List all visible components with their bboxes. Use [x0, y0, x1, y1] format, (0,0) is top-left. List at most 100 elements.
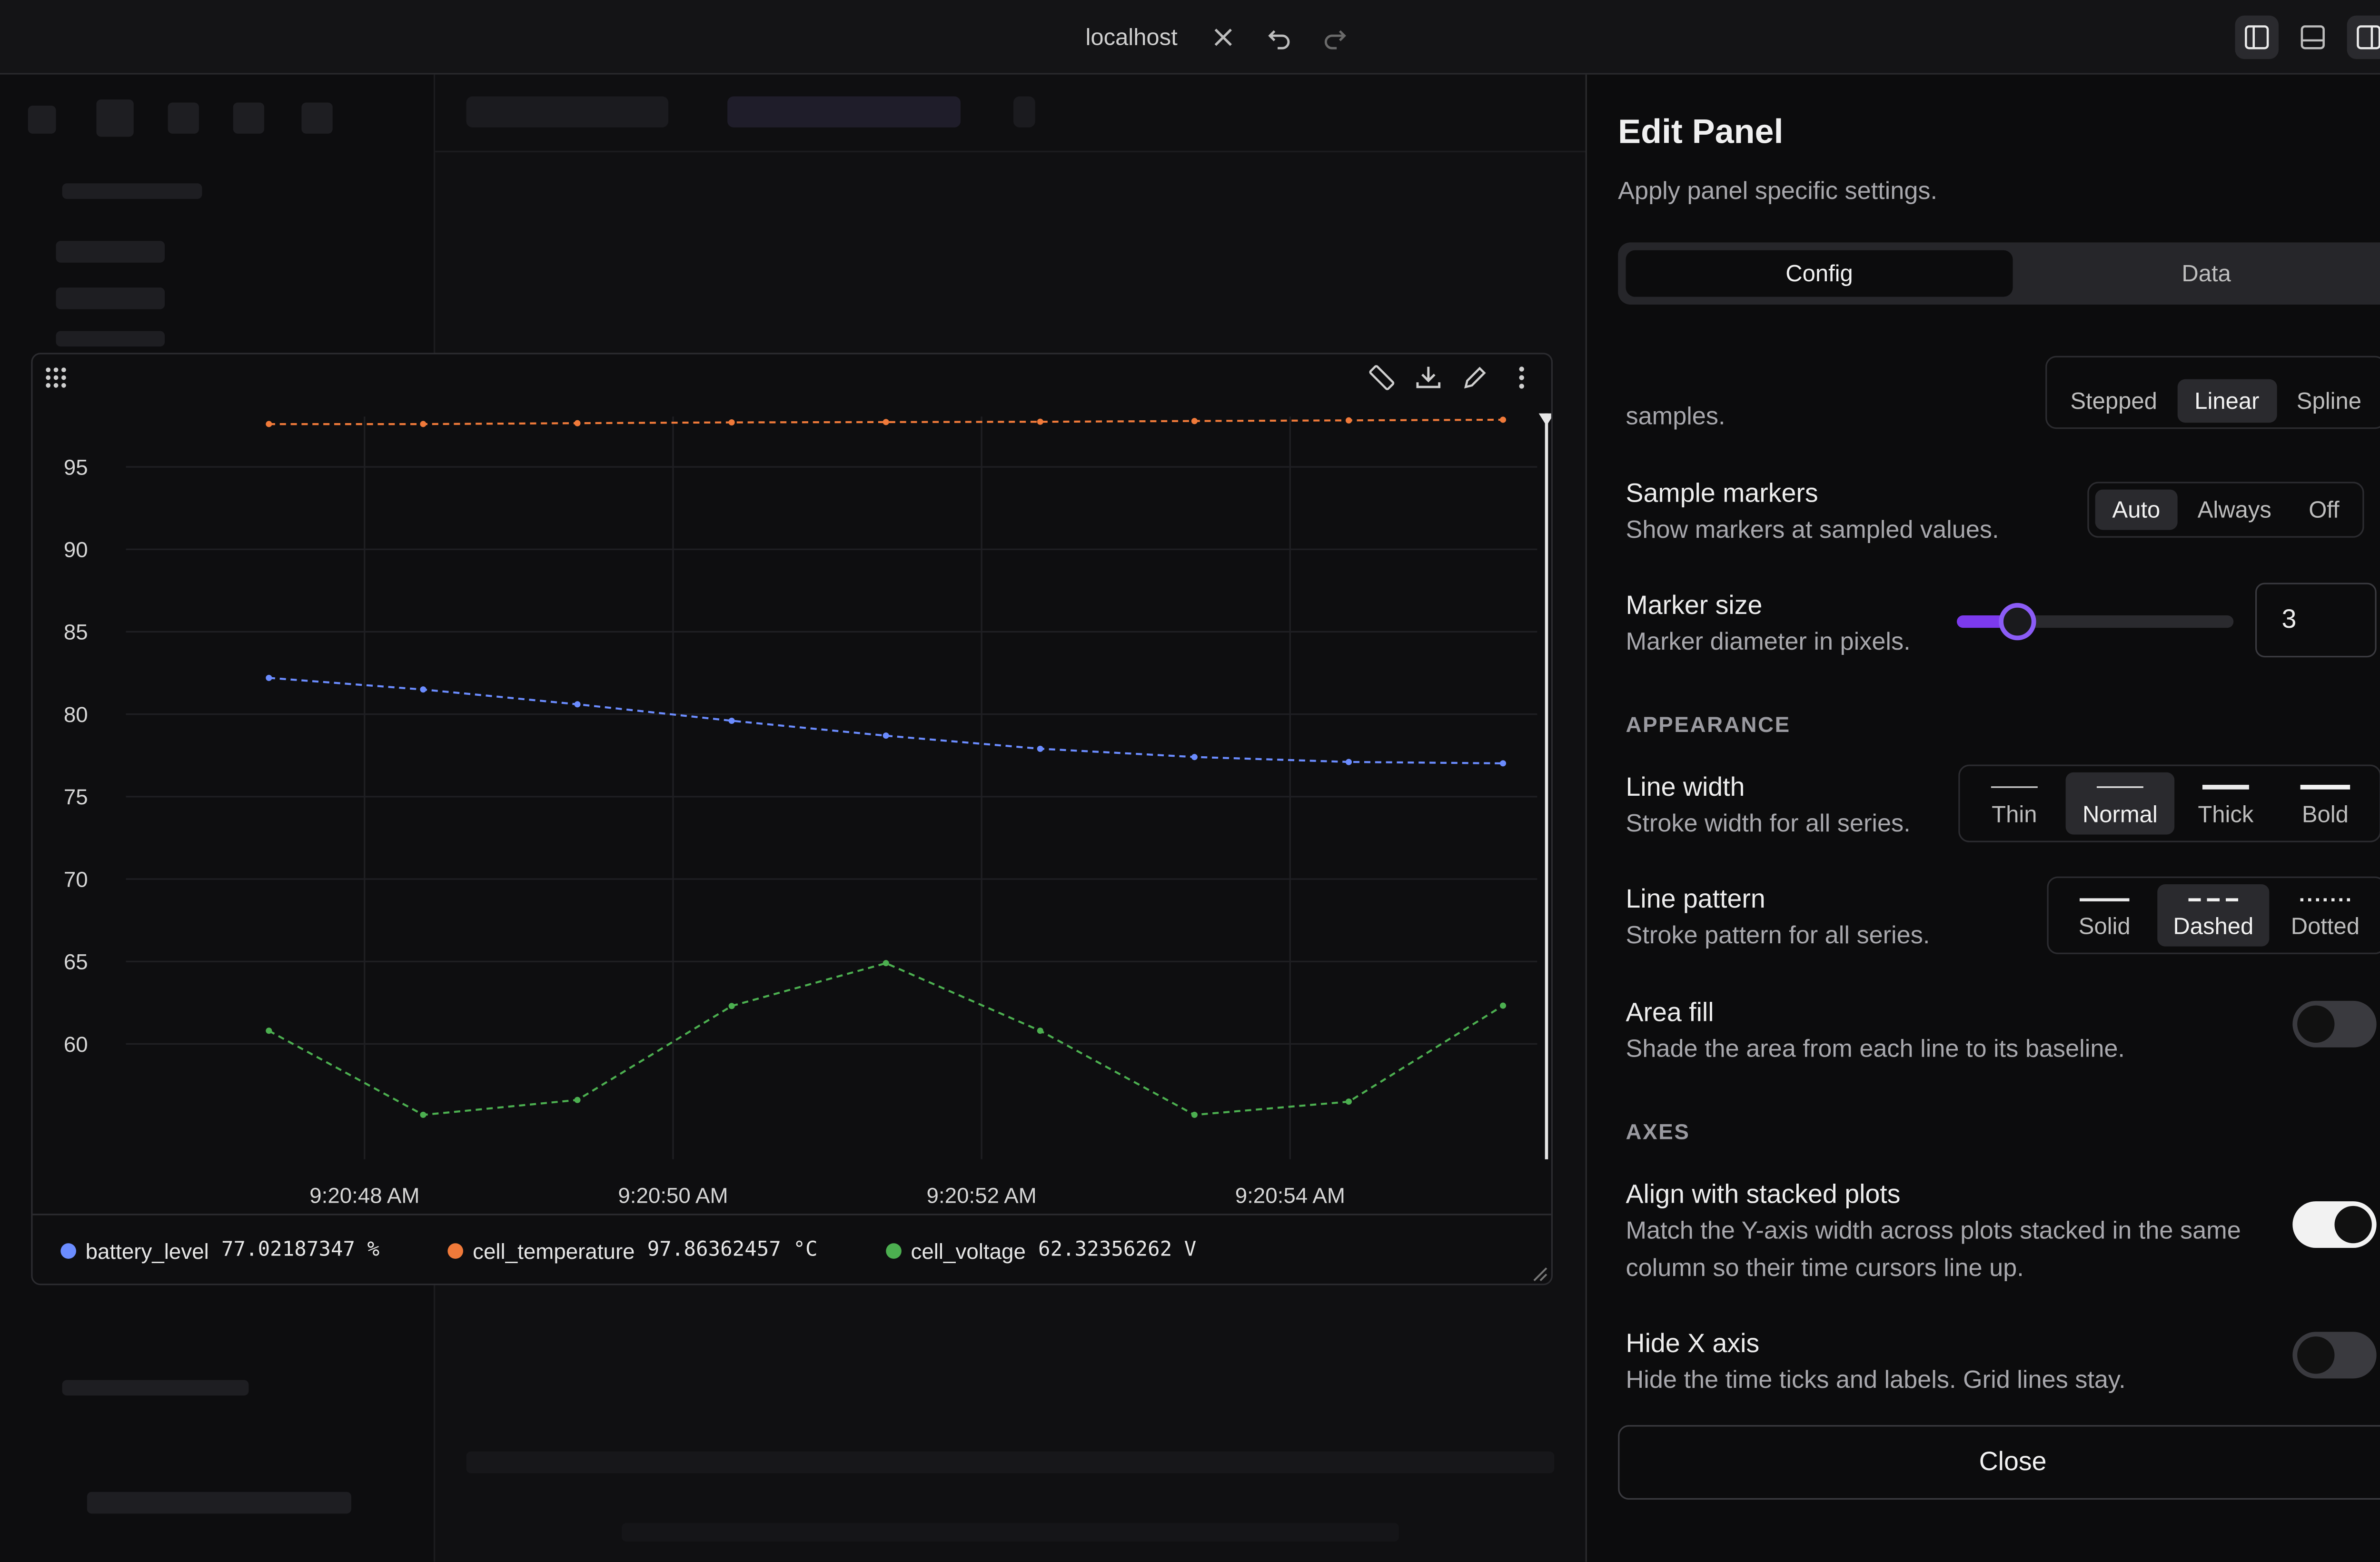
- panel-tabs: Config Data: [1618, 242, 2380, 305]
- sample-markers-desc: Show markers at sampled values.: [1626, 517, 1999, 544]
- align-stacked-toggle[interactable]: [2292, 1201, 2377, 1248]
- y-tick-label: 95: [64, 455, 88, 479]
- tab-data[interactable]: Data: [2013, 250, 2380, 297]
- panel-title: Edit Panel: [1618, 112, 1784, 151]
- data-point: [1345, 759, 1352, 765]
- marker-size-input[interactable]: 3: [2255, 583, 2377, 658]
- legend-swatch: [60, 1242, 76, 1258]
- close-icon[interactable]: [1206, 20, 1240, 54]
- window-titlebar: localhost: [0, 0, 2380, 75]
- option-dashed[interactable]: Dashed: [2157, 884, 2270, 947]
- option-label: Thin: [1992, 801, 2037, 828]
- marker-size-desc: Marker diameter in pixels.: [1626, 629, 1911, 656]
- edit-panel: Edit Panel Apply panel specific settings…: [1585, 74, 2380, 1562]
- x-tick-label: 9:20:54 AM: [1235, 1183, 1345, 1207]
- layout-bottom-panel-icon[interactable]: [2291, 16, 2334, 59]
- data-point: [266, 421, 272, 427]
- data-point: [1345, 1098, 1352, 1105]
- section-appearance: APPEARANCE: [1626, 712, 1791, 737]
- option-label: Solid: [2078, 913, 2131, 939]
- option-solid[interactable]: Solid: [2055, 884, 2154, 947]
- x-tick-label: 9:20:50 AM: [618, 1183, 728, 1207]
- legend-series-name: cell_temperature: [473, 1237, 635, 1263]
- legend-swatch: [447, 1242, 464, 1258]
- align-stacked-title: Align with stacked plots: [1626, 1179, 1901, 1209]
- option-label: Normal: [2082, 801, 2158, 828]
- hide-x-axis-title: Hide X axis: [1626, 1328, 1760, 1358]
- sample-markers-title: Sample markers: [1626, 478, 1818, 508]
- redo-icon[interactable]: [1318, 20, 1352, 54]
- data-point: [1037, 418, 1043, 425]
- data-point: [728, 717, 735, 724]
- layout-left-sidebar-icon[interactable]: [2235, 15, 2279, 59]
- resize-grip-icon[interactable]: [1529, 1262, 1548, 1281]
- interpolation-desc: samples.: [1626, 404, 1726, 431]
- chart-legend: battery_level 77.02187347 % cell_tempera…: [32, 1214, 1551, 1285]
- data-point: [266, 674, 272, 681]
- y-tick-label: 75: [64, 785, 88, 809]
- url-label: localhost: [1085, 24, 1178, 51]
- option-auto[interactable]: Auto: [2095, 489, 2178, 530]
- hide-x-axis-toggle[interactable]: [2292, 1332, 2377, 1379]
- data-point: [1500, 760, 1507, 767]
- option-normal[interactable]: Normal: [2065, 772, 2175, 835]
- area-fill-desc: Shade the area from each line to its bas…: [1626, 1036, 2125, 1063]
- data-point: [1191, 754, 1198, 761]
- y-tick-label: 70: [64, 867, 88, 891]
- option-always[interactable]: Always: [2181, 490, 2289, 530]
- data-point: [1500, 1002, 1507, 1009]
- line-width-selector: Thin Normal Thick Bold: [1958, 764, 2380, 842]
- data-point: [420, 421, 426, 427]
- toggle-knob: [2334, 1206, 2372, 1244]
- option-label: Bold: [2301, 801, 2349, 828]
- layout-right-sidebar-icon[interactable]: [2347, 15, 2380, 59]
- option-linear[interactable]: Linear: [2177, 379, 2277, 423]
- option-label: Dotted: [2291, 913, 2360, 939]
- option-stepped[interactable]: Stepped: [2053, 379, 2174, 423]
- option-bold[interactable]: Bold: [2277, 772, 2373, 835]
- legend-item: battery_level 77.02187347 %: [60, 1238, 379, 1263]
- option-thin[interactable]: Thin: [1966, 772, 2063, 835]
- option-label: Dashed: [2173, 913, 2254, 939]
- data-point: [1345, 417, 1352, 424]
- time-series-chart[interactable]: 95 90 85 80 75 70 65 60 9:20:48 AM 9:20:50 AM 9:20…: [33, 354, 1551, 1212]
- undo-icon[interactable]: [1261, 20, 1296, 54]
- y-tick-label: 80: [64, 702, 88, 727]
- workspace-tabbar: [435, 74, 1586, 152]
- marker-size-slider-thumb[interactable]: [1999, 603, 2037, 641]
- data-point: [266, 1028, 272, 1034]
- toggle-knob: [2297, 1005, 2335, 1043]
- option-thick[interactable]: Thick: [2178, 772, 2274, 835]
- legend-series-value: 77.02187347 %: [221, 1238, 380, 1262]
- legend-series-name: battery_level: [85, 1237, 209, 1263]
- close-button[interactable]: Close: [1618, 1425, 2380, 1500]
- data-point: [883, 960, 889, 967]
- option-spline[interactable]: Spline: [2280, 379, 2379, 423]
- legend-series-name: cell_voltage: [911, 1237, 1026, 1263]
- option-off[interactable]: Off: [2291, 490, 2356, 530]
- line-width-desc: Stroke width for all series.: [1626, 811, 1911, 838]
- data-point: [1037, 1028, 1043, 1034]
- close-icon[interactable]: [2375, 109, 2380, 140]
- marker-size-title: Marker size: [1626, 590, 1763, 620]
- data-point: [420, 1111, 426, 1118]
- panel-subtitle: Apply panel specific settings.: [1618, 178, 1938, 206]
- legend-item: cell_voltage 62.32356262 V: [886, 1238, 1196, 1263]
- line-pattern-title: Line pattern: [1626, 884, 1765, 914]
- y-tick-label: 65: [64, 950, 88, 974]
- line-pattern-selector: Solid Dashed Dotted: [2047, 876, 2380, 954]
- option-dotted[interactable]: Dotted: [2272, 884, 2378, 947]
- y-tick-label: 85: [64, 620, 88, 644]
- area-fill-toggle[interactable]: [2292, 1000, 2377, 1048]
- settings-scroll-area[interactable]: samples. Stepped Linear Spline Sample ma…: [1587, 305, 2380, 1411]
- tab-config[interactable]: Config: [1626, 250, 2013, 297]
- data-point: [420, 686, 426, 693]
- data-point: [574, 1097, 581, 1103]
- x-tick-label: 9:20:52 AM: [927, 1183, 1037, 1207]
- series-line-cell_voltage: [268, 962, 1504, 1116]
- data-point: [883, 732, 889, 739]
- line-pattern-desc: Stroke pattern for all series.: [1626, 923, 1930, 950]
- data-point: [728, 419, 735, 426]
- section-axes: AXES: [1626, 1119, 1690, 1144]
- legend-series-value: 97.86362457 °C: [647, 1238, 818, 1262]
